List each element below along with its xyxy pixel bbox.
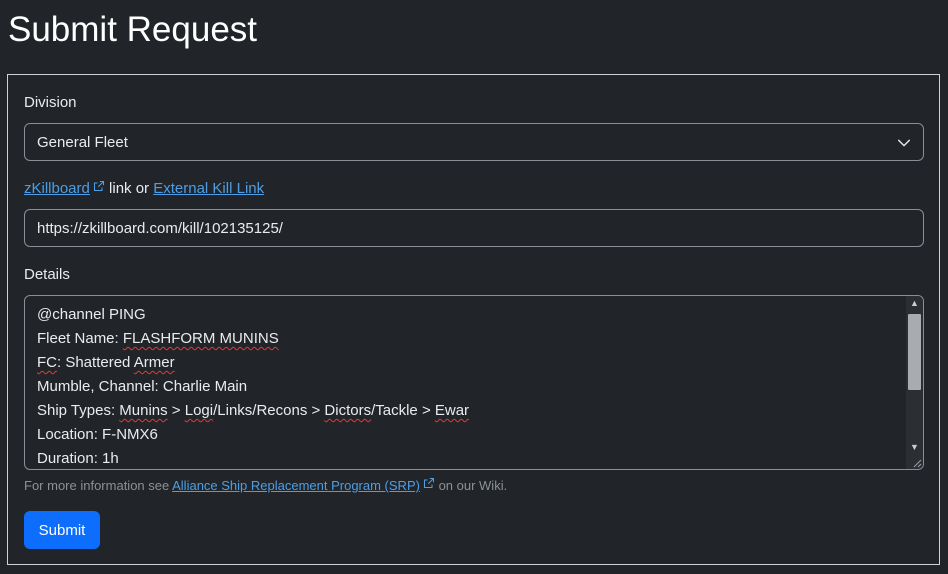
details-line: FC: Shattered Armer xyxy=(37,354,175,371)
division-select[interactable]: General Fleet xyxy=(24,123,924,161)
request-form-card: Division General Fleet zKillboard link o… xyxy=(7,74,940,565)
details-line: Mumble, Channel: Charlie Main xyxy=(37,378,248,395)
help-text: For more information see Alliance Ship R… xyxy=(24,477,508,493)
details-textarea[interactable]: @channel PING Fleet Name: FLASHFORM MUNIN… xyxy=(24,295,924,470)
scroll-down-icon[interactable]: ▼ xyxy=(909,442,920,453)
scroll-up-icon[interactable]: ▲ xyxy=(909,298,920,309)
details-text: @channel PING Fleet Name: FLASHFORM MUNIN… xyxy=(37,303,470,469)
external-link-icon xyxy=(93,180,104,192)
kill-link-input[interactable] xyxy=(24,209,924,247)
details-label: Details xyxy=(24,266,70,283)
zkillboard-link[interactable]: zKillboard xyxy=(24,180,90,197)
division-label: Division xyxy=(24,94,77,111)
external-link-icon xyxy=(423,477,434,489)
chevron-down-icon xyxy=(897,139,911,147)
division-selected-value: General Fleet xyxy=(37,133,128,151)
details-line: Duration: 1h xyxy=(37,450,119,467)
resize-grip-icon[interactable] xyxy=(910,456,922,468)
details-line: Fleet Name: FLASHFORM MUNINS xyxy=(37,330,279,347)
srp-wiki-link[interactable]: Alliance Ship Replacement Program (SRP) xyxy=(172,478,420,493)
scrollbar-thumb[interactable] xyxy=(908,314,921,390)
external-kill-link[interactable]: External Kill Link xyxy=(153,180,264,197)
details-line: Ship Types: Munins > Logi/Links/Recons >… xyxy=(37,402,470,419)
page-title: Submit Request xyxy=(8,10,258,49)
details-line: Location: F-NMX6 xyxy=(37,426,158,443)
submit-button[interactable]: Submit xyxy=(24,511,100,549)
details-scrollbar[interactable]: ▲ ▼ xyxy=(906,296,923,469)
link-or-text: link or xyxy=(104,180,154,197)
details-line: @channel PING xyxy=(37,306,146,323)
kill-link-label: zKillboard link or External Kill Link xyxy=(24,180,264,197)
